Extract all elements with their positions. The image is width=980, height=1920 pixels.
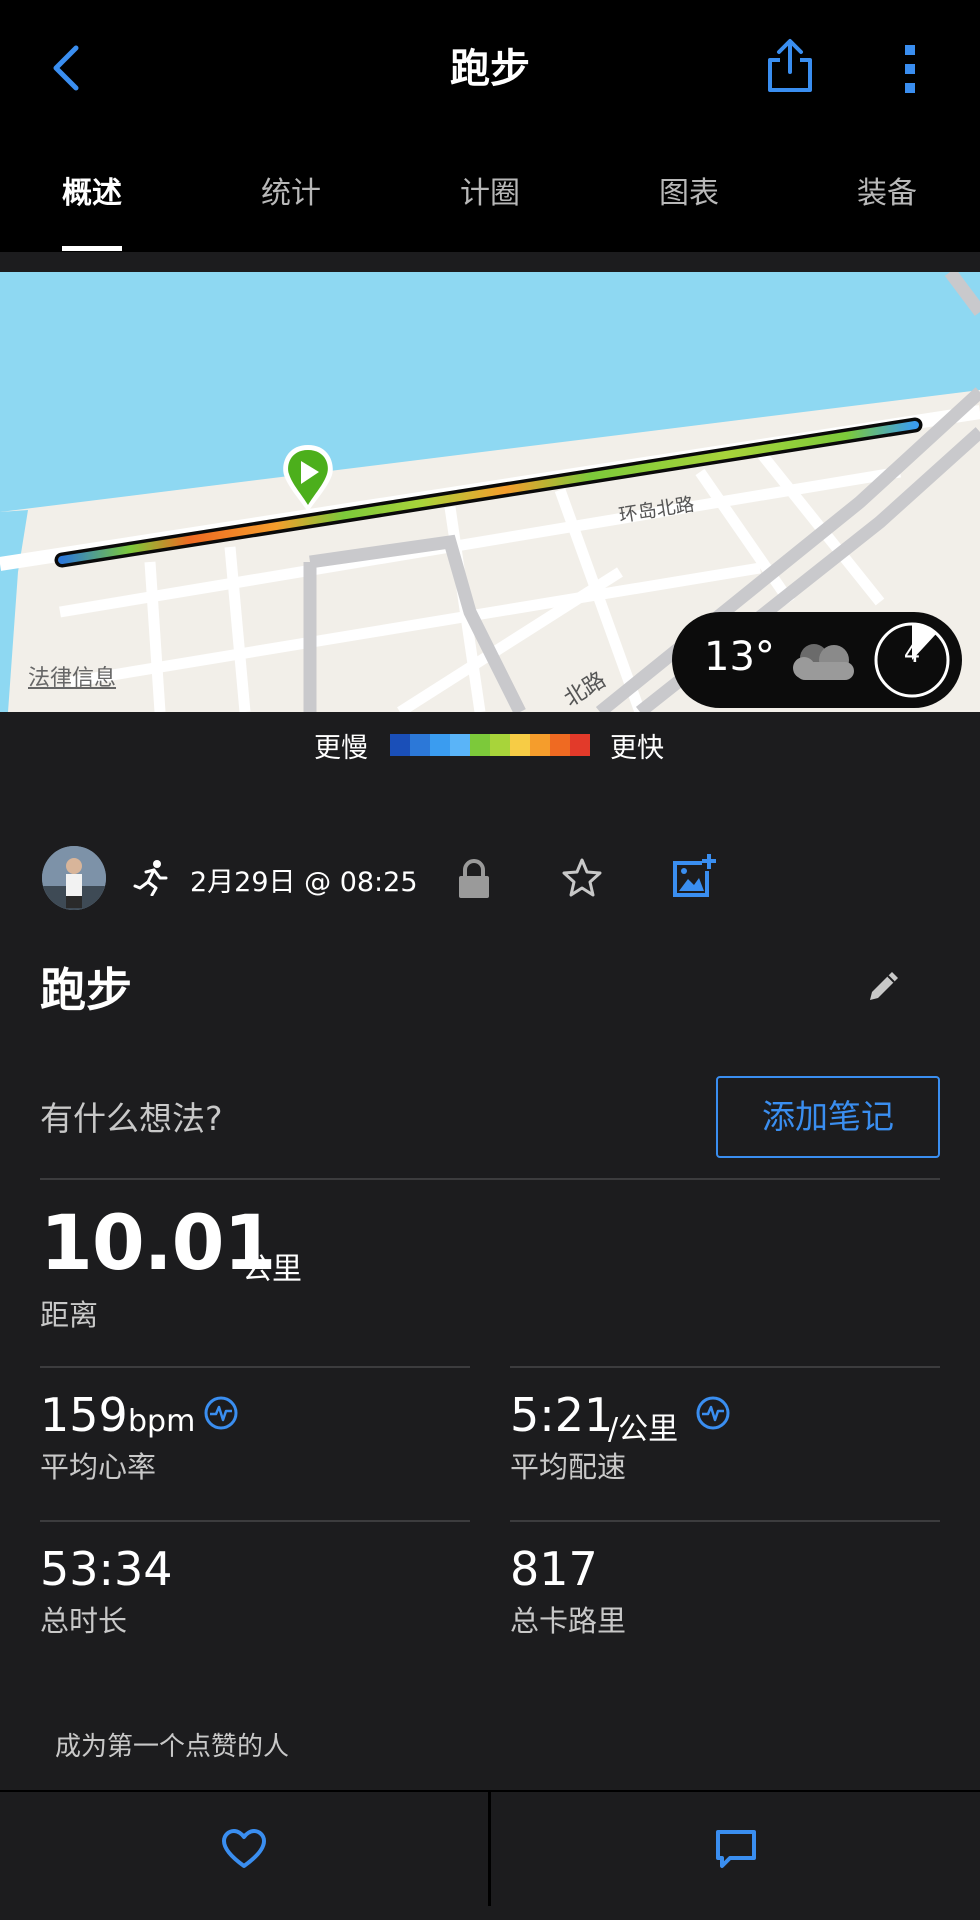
divider xyxy=(40,1366,470,1368)
legal-info-link[interactable]: 法律信息 xyxy=(28,660,116,692)
bottom-action-bar xyxy=(0,1790,980,1906)
start-marker-icon[interactable] xyxy=(283,445,333,512)
more-button[interactable] xyxy=(893,42,927,96)
top-bar: 跑步 概述 统计 计圈 图表 装备 xyxy=(0,0,980,252)
legend-slow-label: 更慢 xyxy=(314,733,368,764)
heart-rate-icon[interactable] xyxy=(204,1396,238,1430)
likes-text[interactable]: 成为第一个点赞的人 xyxy=(55,1726,289,1763)
tab-stats[interactable]: 统计 xyxy=(261,168,321,212)
distance-value: 10.01 xyxy=(40,1198,276,1287)
weather-temperature: 13° xyxy=(704,634,775,680)
tab-laps[interactable]: 计圈 xyxy=(460,168,520,212)
heart-icon xyxy=(222,1829,266,1868)
page-title: 跑步 xyxy=(450,46,530,92)
active-tab-indicator xyxy=(62,246,122,251)
activity-title: 跑步 xyxy=(40,963,132,1017)
add-note-button[interactable]: 添加笔记 xyxy=(716,1076,940,1158)
tab-gear[interactable]: 装备 xyxy=(857,168,917,212)
tab-charts[interactable]: 图表 xyxy=(659,168,719,212)
pace-color-swatch xyxy=(550,734,570,756)
calories-value: 817 xyxy=(510,1542,598,1596)
duration-label: 总时长 xyxy=(40,1604,128,1638)
running-icon xyxy=(133,860,168,896)
road-label-huandao: 环岛北路 xyxy=(617,493,696,527)
share-icon xyxy=(768,39,812,92)
wind-indicator-value: 4 xyxy=(903,639,921,669)
pace-color-swatch xyxy=(430,734,450,756)
heart-rate-icon[interactable] xyxy=(696,1396,730,1430)
pace-color-scale xyxy=(390,734,590,756)
divider xyxy=(510,1520,940,1522)
avg-pace-value: 5:21 xyxy=(510,1388,614,1442)
pencil-icon[interactable] xyxy=(866,966,904,1004)
avg-pace-label: 平均配速 xyxy=(510,1450,627,1484)
distance-label: 距离 xyxy=(40,1298,99,1332)
tab-overview[interactable]: 概述 xyxy=(62,168,122,212)
divider xyxy=(40,1178,940,1180)
notes-prompt[interactable]: 有什么想法? xyxy=(40,1092,223,1140)
add-photo-icon[interactable] xyxy=(672,852,716,898)
avg-heart-rate-label: 平均心率 xyxy=(40,1450,157,1484)
pace-color-swatch xyxy=(390,734,410,756)
avg-pace-unit: /公里 xyxy=(608,1412,679,1447)
lock-icon[interactable] xyxy=(456,858,492,900)
pace-color-swatch xyxy=(490,734,510,756)
more-vertical-icon xyxy=(905,45,915,93)
activity-meta-row: 2月29日 @ 08:25 xyxy=(0,846,980,910)
divider xyxy=(510,1366,940,1368)
pace-color-swatch xyxy=(570,734,590,756)
avg-heart-rate-value: 159 xyxy=(40,1388,128,1442)
like-button[interactable] xyxy=(0,1792,488,1906)
comment-icon xyxy=(715,1830,756,1868)
tab-bar: 概述 统计 计圈 图表 装备 xyxy=(0,160,980,252)
pace-legend: 更慢 更快 xyxy=(0,726,980,766)
pace-color-swatch xyxy=(510,734,530,756)
calories-label: 总卡路里 xyxy=(510,1604,627,1638)
pace-color-swatch xyxy=(530,734,550,756)
comment-button[interactable] xyxy=(491,1792,980,1906)
pace-color-swatch xyxy=(410,734,430,756)
pace-color-swatch xyxy=(470,734,490,756)
legend-fast-label: 更快 xyxy=(610,733,664,764)
avg-heart-rate-unit: bpm xyxy=(128,1404,196,1439)
star-icon[interactable] xyxy=(560,856,604,900)
divider xyxy=(40,1520,470,1522)
duration-value: 53:34 xyxy=(40,1542,173,1596)
distance-unit: 公里 xyxy=(242,1252,302,1287)
weather-badge[interactable]: 13° 4 xyxy=(672,612,962,708)
share-button[interactable] xyxy=(762,36,818,96)
pace-color-swatch xyxy=(450,734,470,756)
avatar[interactable] xyxy=(42,846,106,910)
cloud-icon xyxy=(793,644,854,680)
activity-date: 2月29日 @ 08:25 xyxy=(190,867,418,898)
